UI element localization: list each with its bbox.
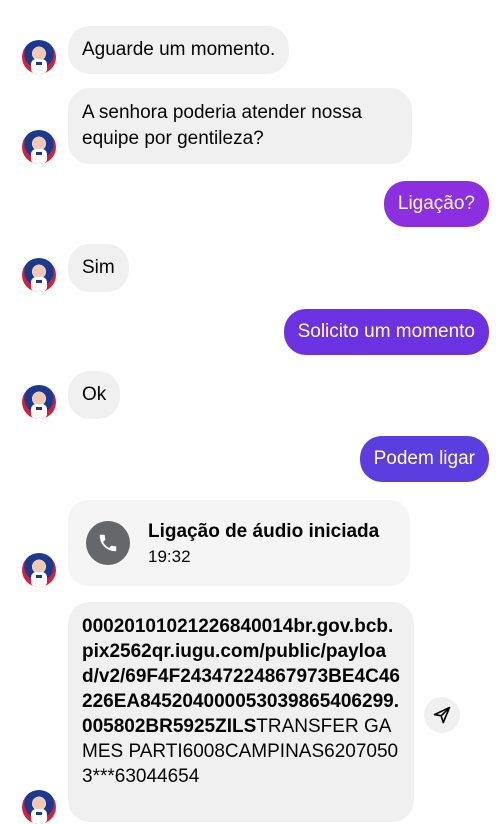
- audio-call-card[interactable]: Ligação de áudio iniciada 19:32: [68, 500, 410, 586]
- message-bubble-outgoing[interactable]: Solicito um momento: [283, 309, 489, 355]
- avatar[interactable]: [22, 385, 56, 419]
- share-button[interactable]: [424, 697, 460, 733]
- avatar[interactable]: [22, 790, 56, 824]
- avatar[interactable]: [22, 258, 56, 292]
- phone-icon: [86, 521, 130, 565]
- message-bubble-incoming[interactable]: Sim: [68, 244, 129, 292]
- message-text: Podem ligar: [373, 448, 475, 469]
- message-bubble-outgoing[interactable]: Podem ligar: [359, 436, 489, 482]
- message-text: Ok: [82, 384, 107, 405]
- message-text: Solicito um momento: [297, 321, 475, 342]
- avatar[interactable]: [22, 553, 56, 587]
- message-bubble-incoming[interactable]: Ok: [68, 371, 121, 419]
- message-bubble-incoming[interactable]: 00020101021226840014br.gov.bcb.pix2562qr…: [68, 602, 414, 822]
- avatar[interactable]: [22, 130, 56, 164]
- message-bubble-incoming[interactable]: A senhora poderia atender nossa equipe p…: [68, 88, 412, 164]
- message-text: Ligação?: [397, 193, 475, 214]
- send-icon: [433, 706, 451, 724]
- message-bubble-outgoing[interactable]: Ligação?: [383, 181, 489, 227]
- avatar[interactable]: [22, 40, 56, 74]
- pix-code-text: 00020101021226840014br.gov.bcb.pix2562qr…: [82, 614, 400, 789]
- message-text: Sim: [82, 257, 115, 278]
- call-time: 19:32: [148, 547, 191, 566]
- call-title: Ligação de áudio iniciada: [148, 521, 380, 542]
- message-text: Aguarde um momento.: [82, 39, 276, 60]
- message-text: A senhora poderia atender nossa equipe p…: [82, 102, 362, 149]
- message-bubble-incoming[interactable]: Aguarde um momento.: [68, 26, 290, 74]
